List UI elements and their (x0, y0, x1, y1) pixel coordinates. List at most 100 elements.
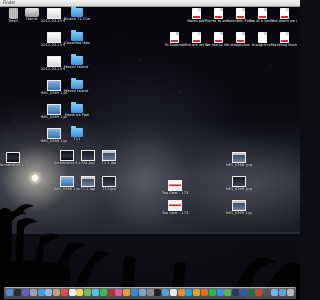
desktop-icon-img-r3[interactable]: IMG_0369 1.jpg (226, 200, 252, 215)
dock-item-maps[interactable] (84, 289, 92, 296)
dock-items (6, 289, 294, 298)
dock-item-dropbox[interactable] (216, 289, 224, 296)
dock-item-spotify[interactable] (208, 289, 216, 296)
dock-item-skype[interactable] (185, 289, 193, 296)
folder-icon (71, 126, 83, 137)
pdf-document-icon (213, 32, 223, 43)
pdf-document-icon (279, 8, 289, 19)
desktop-icon-img-r2[interactable]: IMG_0369 .jpg (226, 176, 252, 191)
photo-icon (232, 152, 246, 163)
folder-icon (71, 30, 83, 41)
desktop-icon-maverick-pool[interactable]: Maverick Pool (64, 102, 90, 117)
icon-label: Maverl Island T1 2 (64, 89, 90, 93)
dock-item-preview[interactable] (138, 289, 146, 296)
dock-item-facetime[interactable] (99, 289, 107, 296)
desktop-icon-topgear1[interactable]: Top Gear - 1734_ Carr (162, 180, 188, 195)
dock-item-system-preferences[interactable] (146, 289, 154, 296)
dock-item-word[interactable] (239, 289, 247, 296)
photo-icon (47, 128, 61, 139)
dock (4, 287, 296, 299)
photo-icon (47, 80, 61, 91)
folder-icon (71, 54, 83, 65)
video-icon (168, 180, 182, 191)
dock-item-dashboard[interactable] (14, 289, 22, 296)
dock-item-contacts[interactable] (53, 289, 61, 296)
hard-drive-icon (25, 8, 39, 17)
icon-label: IMG_0369 1.jpg (226, 211, 252, 215)
desktop-icon-img-r1[interactable]: IMG_0368 .jpg (226, 152, 252, 167)
dock-item-app-store[interactable] (130, 289, 138, 296)
dock-item-downloads-folder[interactable] (278, 289, 286, 296)
dock-item-evernote[interactable] (224, 289, 232, 296)
desktop-icon-blunch[interactable]: Blunch T1 Cheatsh (64, 6, 90, 21)
dock-item-firefox[interactable] (200, 289, 208, 296)
photo-icon (232, 176, 246, 187)
icon-label: Traveling Bucket list (271, 43, 297, 47)
icon-label: T11 (73, 137, 81, 141)
icon-label: Maverick Pool (64, 113, 90, 117)
folder-icon (71, 6, 83, 17)
document-icon (257, 32, 267, 43)
dock-item-textedit[interactable] (169, 289, 177, 296)
icon-label: T1 1.jpg (101, 161, 117, 165)
dock-item-mail[interactable] (45, 289, 53, 296)
photo-icon (232, 200, 246, 211)
folder-icon (71, 102, 83, 113)
icon-label: Maverl Island T1 (64, 65, 90, 69)
dock-item-calendar[interactable] (60, 289, 68, 296)
dock-item-launchpad[interactable] (29, 289, 37, 296)
icon-label: Blunch T1 Cheatsh (64, 17, 90, 21)
menu-bar-title[interactable]: Finder (3, 0, 15, 6)
icon-label: Top Gear - 1734_ Carr (162, 211, 188, 215)
photo-icon (60, 176, 74, 187)
photo-icon (81, 176, 95, 187)
video-icon (168, 200, 182, 211)
desktop-icon-classified[interactable]: Classified Hood ... (64, 30, 90, 45)
dock-item-notes[interactable] (76, 289, 84, 296)
dock-item-trash[interactable] (286, 289, 294, 296)
pdf-document-icon (257, 8, 267, 19)
desktop-icon-t13[interactable]: T13.jpg (96, 176, 122, 191)
desktop-icon-maverl[interactable]: Maverl Island T1 (64, 54, 90, 69)
pdf-document-icon (191, 32, 201, 43)
dock-item-vlc[interactable] (177, 289, 185, 296)
dock-item-reminders[interactable] (68, 289, 76, 296)
pdf-document-icon (191, 8, 201, 19)
dock-item-itunes[interactable] (115, 289, 123, 296)
dock-item-calculator[interactable] (263, 289, 271, 296)
dock-item-terminal[interactable] (154, 289, 162, 296)
icon-label: IMG_0369 .jpg (226, 187, 252, 191)
desktop-icon-traveling[interactable]: Traveling Bucket list (271, 32, 297, 47)
moon-shape (31, 174, 39, 182)
desktop-icon-left-pic[interactable]: Screenshot 1 9.jpg (0, 152, 26, 167)
desktop-icon-t11[interactable]: T11 (64, 126, 90, 141)
icon-label: The world we live in (271, 19, 297, 23)
dock-item-powerpoint[interactable] (255, 289, 263, 296)
desktop-icon-maverl2[interactable]: Maverl Island T1 2 (64, 78, 90, 93)
pdf-document-icon (213, 8, 223, 19)
icon-label: Classified Hood ... (64, 41, 90, 45)
desktop-icon-t1[interactable]: T1 1.jpg (96, 150, 122, 165)
menu-bar[interactable]: Finder (0, 0, 300, 7)
icon-label: Screenshot 1 9.jpg (0, 163, 26, 167)
photo-icon (47, 56, 61, 67)
dock-item-photo-booth[interactable] (107, 289, 115, 296)
icon-label: Top Gear - 1734_ Carr (162, 191, 188, 195)
pdf-document-icon (279, 32, 289, 43)
dock-item-safari[interactable] (37, 289, 45, 296)
dock-item-excel[interactable] (247, 289, 255, 296)
dock-item-photoshop[interactable] (232, 289, 240, 296)
dock-item-finder[interactable] (6, 289, 14, 296)
dock-item-chrome[interactable] (193, 289, 201, 296)
dock-item-xcode[interactable] (162, 289, 170, 296)
desktop-icon-the-world[interactable]: The world we live in (271, 8, 297, 23)
dock-item-utilities-folder[interactable] (271, 289, 279, 296)
trash-can-icon (8, 8, 18, 19)
photo-icon (60, 150, 74, 161)
photo-icon (6, 152, 20, 163)
folder-icon (71, 78, 83, 89)
desktop-icon-topgear2[interactable]: Top Gear - 1734_ Carr (162, 200, 188, 215)
dock-item-messages[interactable] (92, 289, 99, 296)
dock-item-ibooks[interactable] (123, 289, 131, 296)
dock-item-mission-control[interactable] (21, 289, 29, 296)
